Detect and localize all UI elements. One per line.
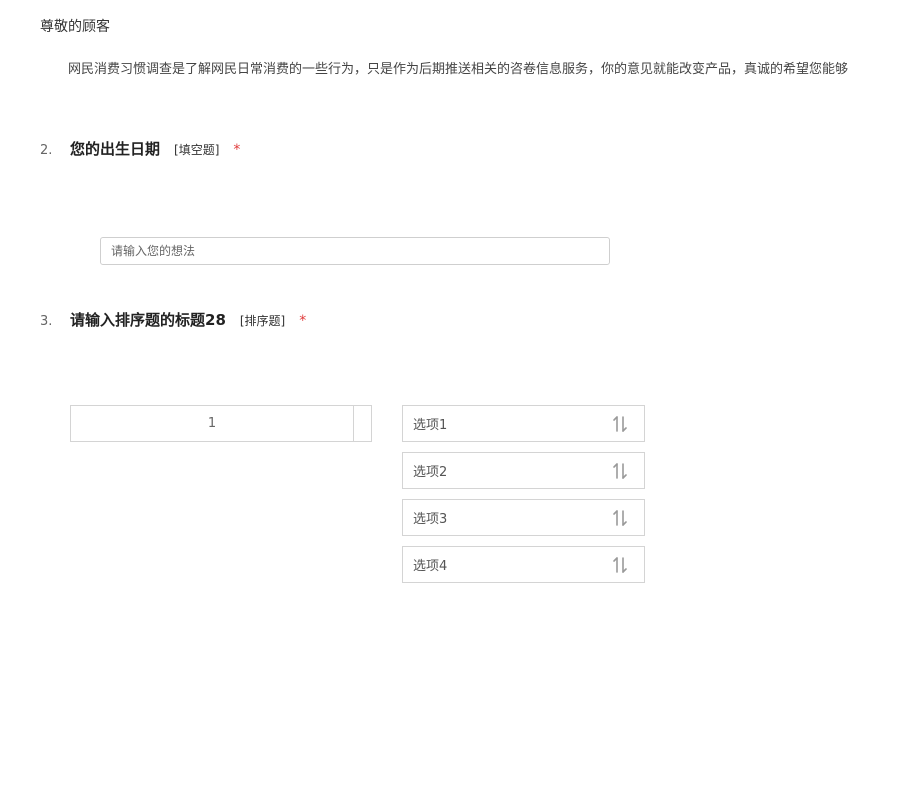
question-title: 您的出生日期	[70, 140, 161, 158]
required-marker: *	[299, 313, 307, 329]
rank-option-1[interactable]: 选项1	[402, 405, 645, 442]
question-type-label: [排序题]	[239, 314, 286, 328]
rank-option-label: 选项3	[413, 512, 448, 527]
rank-option-label: 选项1	[413, 418, 448, 433]
required-marker: *	[233, 142, 241, 158]
rank-slot-number: 1	[207, 416, 217, 431]
rank-option-label: 选项4	[413, 559, 448, 574]
rank-option-label: 选项2	[413, 465, 448, 480]
sort-icon	[613, 415, 627, 432]
sort-icon	[613, 556, 627, 573]
survey-page: 尊敬的顾客 网民消费习惯调查是了解网民日常消费的一些行为，只是作为后期推送相关的…	[0, 0, 900, 800]
survey-intro-text: 网民消费习惯调查是了解网民日常消费的一些行为，只是作为后期推送相关的咨卷信息服务…	[68, 62, 849, 77]
question-number: 2.	[40, 143, 53, 158]
sort-icon	[613, 462, 627, 479]
sort-icon	[613, 509, 627, 526]
question-number: 3.	[40, 314, 53, 329]
question-type-label: [填空题]	[174, 143, 220, 157]
rank-option-3[interactable]: 选项3	[402, 499, 645, 536]
rank-options-list: 选项1 选项2 选项3 选项4	[402, 405, 645, 593]
greeting-heading: 尊敬的顾客	[40, 19, 110, 35]
rank-option-2[interactable]: 选项2	[402, 452, 645, 489]
rank-slot-handle	[353, 406, 371, 441]
birthdate-text-input[interactable]	[100, 237, 610, 265]
question-2-header: 2. 您的出生日期 [填空题] *	[40, 138, 240, 159]
question-title: 请输入排序题的标题28	[70, 311, 226, 329]
rank-option-4[interactable]: 选项4	[402, 546, 645, 583]
question-3-header: 3. 请输入排序题的标题28 [排序题] *	[40, 309, 306, 330]
rank-drop-slot[interactable]: 1	[70, 405, 372, 442]
